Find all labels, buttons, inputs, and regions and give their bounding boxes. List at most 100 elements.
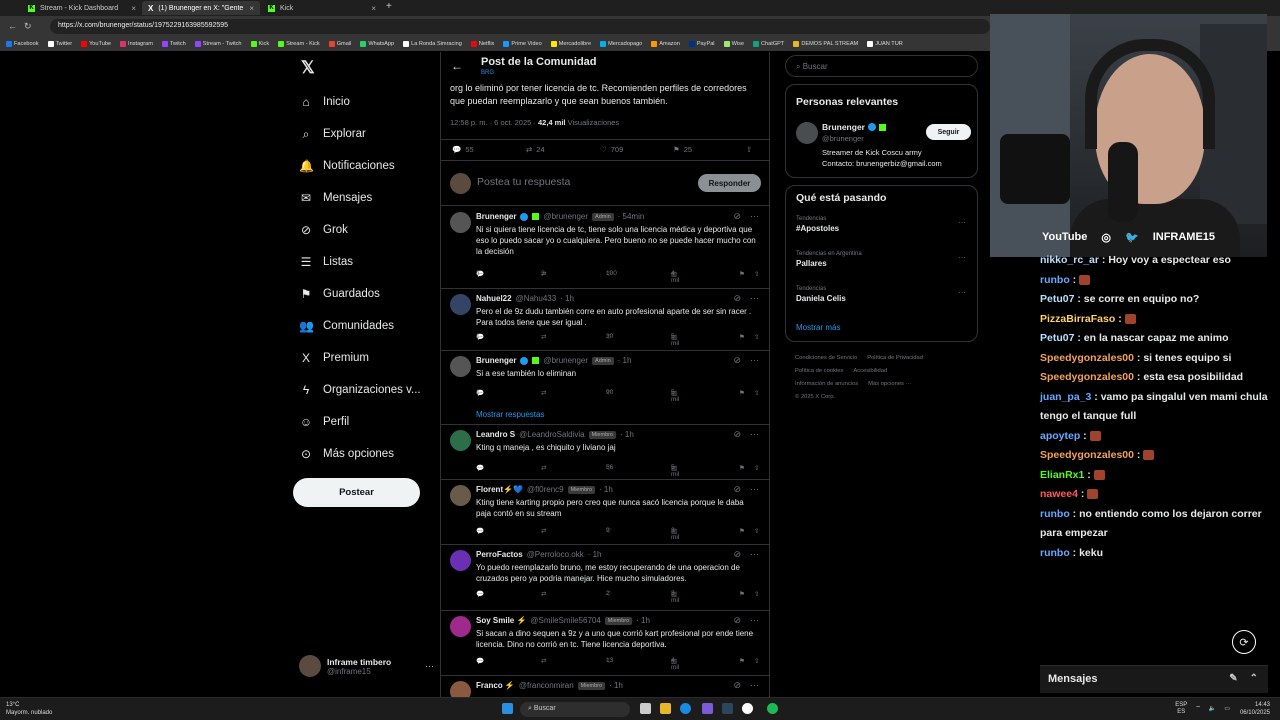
reply-item[interactable]: Nahuel22 @Nahu433 · 1h ⊘ ··· Pero el de 9z du… [441, 289, 769, 351]
new-tab-button[interactable]: + [386, 1, 392, 12]
bookmark-icon[interactable]: ⚑ [739, 657, 745, 665]
more-icon[interactable]: ··· [425, 661, 434, 671]
nav-item-comunidades[interactable]: 👥 Comunidades [299, 316, 394, 336]
chat-username[interactable]: Speedygonzales00 [1040, 371, 1134, 383]
task-view-icon[interactable] [640, 703, 651, 714]
share-icon[interactable]: ⇧ [754, 464, 759, 472]
x-logo-icon[interactable]: 𝕏 [301, 58, 315, 78]
bookmark-item[interactable]: Netflix [470, 41, 494, 47]
bookmark-item[interactable]: Twitter [47, 41, 72, 47]
bookmark-item[interactable]: WhatsApp [360, 41, 394, 47]
nav-item-explorar[interactable]: ⌕ Explorar [299, 124, 366, 144]
avatar[interactable] [450, 485, 471, 506]
reply-item[interactable]: PerroFactos @Perroloco.okk · 1h ⊘ ··· Yo pued… [441, 545, 769, 611]
bookmark-item[interactable]: Amazon [651, 41, 680, 47]
bookmark-item[interactable]: Prime Video [503, 41, 542, 47]
more-icon[interactable]: ··· [750, 615, 759, 626]
chrome-icon[interactable] [742, 703, 753, 714]
bookmark-icon[interactable]: ⚑ [739, 333, 745, 341]
grok-icon[interactable]: ⊘ [733, 355, 741, 366]
grok-icon[interactable]: ⊘ [733, 211, 741, 222]
share-icon[interactable]: ⇧ [754, 333, 759, 341]
bookmark-item[interactable]: Gmail [328, 41, 351, 47]
reply-stat[interactable]: 💬 55 [452, 145, 474, 154]
avatar[interactable] [450, 356, 471, 377]
share-icon[interactable]: ⇧ [754, 590, 759, 598]
tab-x-post[interactable]: X (1) Brunenger en X: "Gente me b... × [142, 1, 260, 15]
footer-link[interactable]: Más opciones ··· [868, 381, 911, 387]
grok-icon[interactable]: ⊘ [733, 615, 741, 626]
reply-author[interactable]: Nahuel22 [476, 294, 512, 303]
trend-item[interactable]: Tendencias Daniela Celis [796, 286, 846, 303]
grok-icon[interactable]: ⊘ [733, 293, 741, 304]
bookmark-icon[interactable]: ⚑ [739, 270, 745, 278]
chat-messages-bar[interactable]: Mensajes ✎ ⌃ [1040, 665, 1268, 693]
nav-item-guardados[interactable]: ⚑ Guardados [299, 284, 380, 304]
bookmark-item[interactable]: ChatGPT [753, 41, 784, 47]
grok-icon[interactable]: ⊘ [733, 484, 741, 495]
back-arrow-icon[interactable]: ← [8, 21, 17, 31]
reply-author[interactable]: Florent⚡💙 [476, 485, 523, 494]
more-icon[interactable]: ··· [750, 293, 759, 304]
bookmark-item[interactable]: Twitch [161, 41, 186, 47]
account-switcher[interactable]: Inframe timbero @inframe15 ··· [299, 655, 434, 677]
bookmark-item[interactable]: Wise [723, 41, 744, 47]
grok-icon[interactable]: ⊘ [733, 680, 741, 691]
nav-item-organizaciones-v-[interactable]: ϟ Organizaciones v... [299, 380, 421, 400]
avatar[interactable] [450, 681, 471, 697]
chat-username[interactable]: nikko_rc_ar [1040, 254, 1099, 266]
reply-item[interactable]: Franco ⚡ @franconmiran Miembro · 1h ⊘ ··· [441, 676, 769, 697]
bookmark-item[interactable]: Instagram [120, 41, 153, 47]
footer-link[interactable]: © 2025 X Corp. [795, 394, 835, 400]
close-icon[interactable]: × [249, 4, 254, 13]
search-input[interactable]: ⌕ Buscar [785, 55, 978, 77]
reply-author[interactable]: Soy Smile ⚡ [476, 616, 526, 625]
spotify-icon[interactable] [767, 703, 778, 714]
more-icon[interactable]: ··· [750, 355, 759, 366]
chat-username[interactable]: nawee4 [1040, 488, 1078, 500]
chevron-up-icon[interactable]: ⌃ [1250, 673, 1258, 684]
bookmark-icon[interactable]: ⚑ [739, 590, 745, 598]
footer-link[interactable]: Política de Privacidad [867, 355, 923, 361]
more-icon[interactable]: ··· [750, 429, 759, 440]
reply-item[interactable]: Florent⚡💙 @fl0renc9 Miembro · 1h ⊘ ··· Kting t… [441, 480, 769, 545]
reply-author[interactable]: PerroFactos [476, 550, 523, 559]
nav-item-listas[interactable]: ☰ Listas [299, 252, 353, 272]
follow-button[interactable]: Seguir [926, 124, 971, 140]
steam-icon[interactable] [722, 703, 733, 714]
avatar[interactable] [450, 616, 471, 637]
bookmark-item[interactable]: Mercadopago [600, 41, 642, 47]
trend-item[interactable]: Tendencias en Argentina Pallares [796, 251, 862, 268]
chat-username[interactable]: runbo [1040, 274, 1070, 286]
more-icon[interactable]: ··· [750, 484, 759, 495]
bookmark-icon[interactable]: ⚑ [739, 527, 745, 535]
clock[interactable]: 14:43 06/10/2025 [1240, 701, 1270, 717]
footer-link[interactable]: Accesibilidad [853, 368, 887, 374]
edge-icon[interactable] [680, 703, 691, 714]
avatar[interactable] [796, 122, 818, 144]
bookmark-item[interactable]: Facebook [6, 41, 39, 47]
chat-username[interactable]: ElianRx1 [1040, 469, 1084, 481]
avatar[interactable] [450, 212, 471, 233]
reply-button[interactable]: Responder [698, 174, 761, 192]
nav-item-más-opciones[interactable]: ⊙ Más opciones [299, 444, 394, 464]
close-icon[interactable]: × [131, 4, 136, 13]
share-icon[interactable]: ⇧ [754, 527, 759, 535]
chat-username[interactable]: juan_pa_3 [1040, 391, 1091, 403]
bookmark-item[interactable]: JUAN TUR [867, 41, 903, 47]
post-button[interactable]: Postear [293, 478, 420, 507]
chat-username[interactable]: Speedygonzales00 [1040, 449, 1134, 461]
grok-icon[interactable]: ⊘ [733, 429, 741, 440]
nav-item-premium[interactable]: X Premium [299, 348, 369, 368]
bookmark-item[interactable]: Stream - Twitch [194, 41, 242, 47]
compose-icon[interactable]: ✎ [1229, 673, 1237, 684]
chat-username[interactable]: Speedygonzales00 [1040, 352, 1134, 364]
more-icon[interactable]: ··· [958, 218, 966, 227]
avatar[interactable] [450, 430, 471, 451]
chat-username[interactable]: Petu07 [1040, 332, 1074, 344]
bookmark-icon[interactable]: ⚑ [739, 464, 745, 472]
nav-item-inicio[interactable]: ⌂ Inicio [299, 92, 349, 112]
footer-link[interactable]: Información de anuncios [795, 381, 858, 387]
back-arrow-icon[interactable]: ← [451, 59, 463, 73]
show-replies-link[interactable]: Mostrar respuestas [476, 410, 544, 419]
